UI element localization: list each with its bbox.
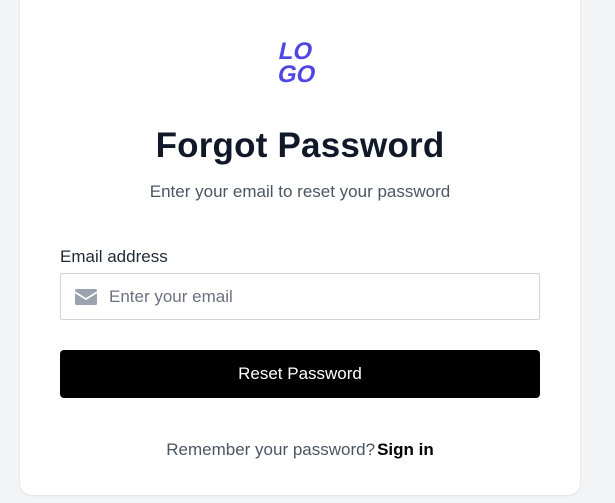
page-subtitle: Enter your email to reset your password <box>149 182 451 201</box>
logo-icon: LO GO <box>275 38 318 88</box>
signin-link[interactable]: Sign in <box>377 440 434 459</box>
reset-password-button[interactable]: Reset Password <box>60 350 540 398</box>
envelope-icon <box>75 289 97 305</box>
signin-prompt-text: Remember your password? <box>166 440 376 459</box>
email-field-container[interactable] <box>60 273 540 320</box>
logo-text-line2: GO <box>275 61 318 88</box>
page-title: Forgot Password <box>155 126 445 165</box>
email-label: Email address <box>60 247 168 266</box>
forgot-password-card: LO GO Forgot Password Enter your email t… <box>20 0 580 495</box>
logo: LO GO <box>274 38 330 88</box>
email-input[interactable] <box>109 274 529 319</box>
signin-prompt: Remember your password? Sign in <box>20 438 580 462</box>
